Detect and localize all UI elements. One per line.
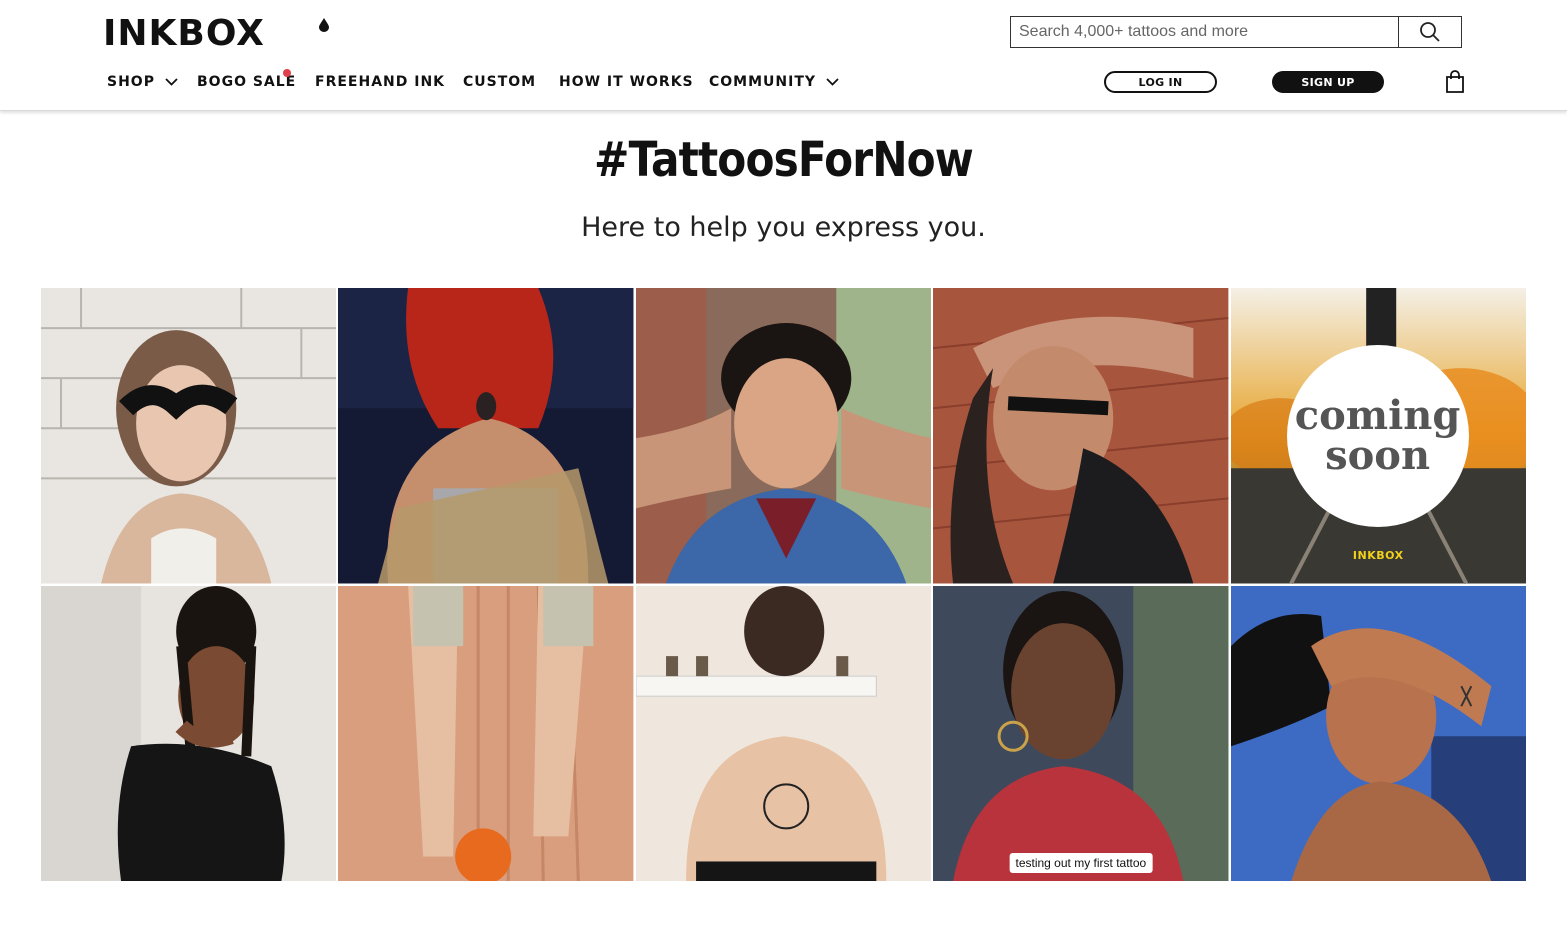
page-title: #TattoosForNow <box>594 132 974 188</box>
gallery-photo <box>41 288 337 584</box>
nav-bogo-sale-label: BOGO SALE <box>197 74 297 90</box>
gallery-photo <box>635 585 932 881</box>
gallery-tile[interactable]: testing out my first tattoo <box>933 585 1229 881</box>
page-subtitle: Here to help you express you. <box>581 212 986 243</box>
nav-community-label: COMMUNITY <box>709 74 817 90</box>
nav-custom[interactable]: CUSTOM <box>463 72 536 92</box>
gallery-tile[interactable] <box>635 585 932 881</box>
inkbox-watermark: INKBOX <box>1352 548 1404 562</box>
signup-button[interactable]: SIGN UP <box>1272 71 1384 93</box>
gallery-photo <box>41 585 337 881</box>
nav-shop-label: SHOP <box>107 74 155 90</box>
nav-freehand-ink-label: FREEHAND INK <box>315 74 446 90</box>
sale-indicator-dot <box>283 69 291 77</box>
chevron-down-icon <box>165 78 178 86</box>
search-button[interactable] <box>1398 17 1461 47</box>
coming-soon-line2: soon <box>1325 432 1431 479</box>
gallery-tile[interactable] <box>338 585 634 881</box>
nav-bogo-sale[interactable]: BOGO SALE <box>197 72 296 92</box>
inkbox-logo[interactable]: INKBOX <box>103 14 265 54</box>
gallery-photo <box>1230 585 1526 881</box>
search-bar <box>1010 16 1462 48</box>
gallery-photo <box>933 585 1229 881</box>
gallery-tile[interactable] <box>338 288 634 584</box>
ink-drop-icon <box>319 18 329 32</box>
nav-how-it-works[interactable]: HOW IT WORKS <box>559 72 694 92</box>
gallery-tile[interactable] <box>1230 585 1526 881</box>
gallery-photo <box>933 288 1229 584</box>
nav-shop[interactable]: SHOP <box>107 72 178 92</box>
nav-custom-label: CUSTOM <box>463 74 537 90</box>
chevron-down-icon <box>826 78 839 86</box>
gallery-tile[interactable] <box>933 288 1229 584</box>
login-button[interactable]: LOG IN <box>1104 71 1217 93</box>
nav-how-it-works-label: HOW IT WORKS <box>559 74 694 90</box>
gallery-tile[interactable] <box>41 288 337 584</box>
coming-soon-line1: coming <box>1294 392 1461 439</box>
search-icon <box>1420 22 1440 42</box>
gallery-tile-coming-soon[interactable]: coming soon INKBOX <box>1230 288 1526 584</box>
nav-freehand-ink[interactable]: FREEHAND INK <box>315 72 445 92</box>
search-input[interactable] <box>1011 17 1398 47</box>
gallery-tile[interactable] <box>41 585 337 881</box>
nav-community[interactable]: COMMUNITY <box>709 72 839 92</box>
gallery-tile[interactable] <box>635 288 932 584</box>
site-header: INKBOX SHOP BOGO SALE FREEHAND INK CUSTO… <box>0 0 1567 111</box>
gallery-photo <box>635 288 932 584</box>
shopping-bag-icon[interactable] <box>1444 70 1466 94</box>
ugc-gallery: coming soon INKBOX testing out my first … <box>41 288 1526 881</box>
coming-soon-badge: coming soon <box>1286 345 1469 527</box>
tile-caption: testing out my first tattoo <box>1009 853 1153 873</box>
gallery-photo <box>338 585 634 881</box>
gallery-photo <box>338 288 634 584</box>
